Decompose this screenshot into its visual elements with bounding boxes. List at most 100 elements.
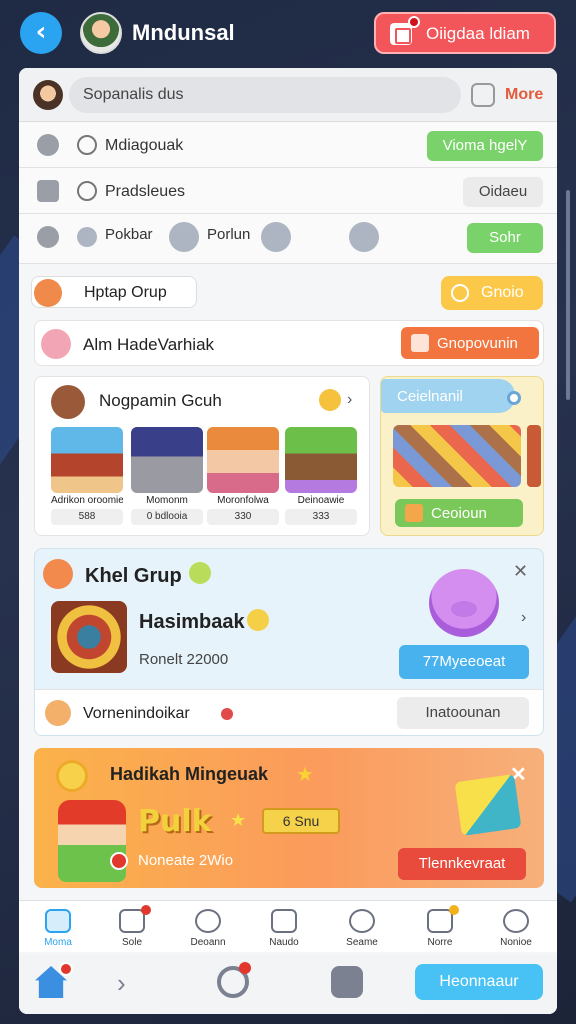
- notification-dot: [141, 905, 151, 915]
- tab-seame[interactable]: Seame: [327, 905, 397, 951]
- tab-home[interactable]: Moma: [23, 905, 93, 951]
- top-action-label: Oiigdaa ldiam: [426, 24, 530, 43]
- camera-icon[interactable]: [169, 222, 199, 252]
- chevron-right-icon[interactable]: ›: [521, 609, 526, 627]
- bottom-bar: › Heonnaaur: [19, 954, 557, 1014]
- clock-icon: [451, 284, 469, 302]
- group-avatar: [43, 559, 73, 589]
- close-icon[interactable]: ✕: [513, 561, 528, 582]
- games-avatar: [51, 385, 85, 419]
- game-tile[interactable]: Deinoawie 333: [285, 427, 357, 527]
- game-thumbnail: [207, 427, 279, 493]
- heart-icon: [195, 909, 221, 933]
- promo-tag[interactable]: 6 Snu: [262, 808, 340, 834]
- coin-icon: [56, 760, 88, 792]
- row-action-button[interactable]: Sohr: [467, 223, 543, 253]
- tab-label: Deoann: [190, 937, 226, 948]
- user-avatar[interactable]: [33, 80, 63, 110]
- games-title: Nogpamin Gcuh: [99, 391, 222, 410]
- user-icon: [37, 134, 59, 156]
- featured-artwork: [393, 425, 521, 487]
- bottom-action-button[interactable]: Heonnaaur: [415, 964, 543, 1000]
- row-label: Pradsleues: [105, 183, 186, 200]
- row-action-button[interactable]: Oidaeu: [463, 177, 543, 207]
- star-icon: ★: [230, 810, 247, 830]
- invite-avatar: [41, 329, 71, 359]
- featured-side-art: [527, 425, 541, 487]
- chevron-right-icon[interactable]: ›: [347, 391, 352, 409]
- arrow-icon[interactable]: [349, 222, 379, 252]
- emoji-icon: [247, 609, 269, 631]
- section-button-label: Gnoio: [481, 284, 524, 301]
- back-button[interactable]: ‹: [20, 12, 62, 54]
- star-icon: ★: [296, 764, 314, 786]
- emoji-icon: [189, 562, 211, 584]
- invite-button-label: Gnopovunin: [437, 335, 518, 352]
- group-action-button[interactable]: 77Myeeoeat: [399, 645, 529, 679]
- list-row-1[interactable]: Mdiagouak Vioma hgelY: [19, 122, 557, 168]
- footer-text: Vornenindoikar: [83, 705, 190, 722]
- invite-button[interactable]: Gnopovunin: [401, 327, 539, 359]
- tab-label: Sole: [121, 937, 142, 948]
- section-header: Hptap Orup: [31, 276, 197, 308]
- tab-label: Norre: [427, 937, 453, 948]
- scrollbar[interactable]: [566, 190, 570, 400]
- chevron-right-icon[interactable]: ›: [117, 968, 126, 999]
- user-icon[interactable]: [331, 966, 363, 998]
- search-placeholder: Sopanalis dus: [83, 86, 184, 103]
- game-score: 588: [51, 509, 123, 525]
- promo-button[interactable]: Tlennkevraat: [398, 848, 526, 880]
- chevron-icon[interactable]: [261, 222, 291, 252]
- game-tile[interactable]: Momonm 0 bdlooia: [131, 427, 203, 527]
- gift-icon: [411, 334, 429, 352]
- search-input[interactable]: Sopanalis dus: [69, 77, 461, 113]
- top-action-button[interactable]: Oiigdaa ldiam: [374, 12, 556, 54]
- save-icon: [390, 23, 412, 45]
- group-footer: Vornenindoikar Inatoounan: [35, 689, 543, 735]
- chip-porlun[interactable]: Porlun: [207, 226, 250, 248]
- app-title: Mndunsal: [132, 20, 235, 45]
- chip-pokbar[interactable]: Pokbar: [105, 226, 153, 248]
- notification-dot: [408, 16, 420, 28]
- compass-icon: [37, 226, 59, 248]
- more-link[interactable]: More: [505, 86, 543, 104]
- group-game-thumbnail[interactable]: [51, 601, 127, 673]
- footer-button[interactable]: Inatoounan: [397, 697, 529, 729]
- mascot-icon: [429, 569, 499, 637]
- featured-card[interactable]: Ceielnanil Ceoioun: [380, 376, 544, 536]
- game-tile[interactable]: Adrikon oroomie 588: [51, 427, 123, 527]
- tab-naudo[interactable]: Naudo: [249, 905, 319, 951]
- invite-card: Alm HadeVarhiak Gnopovunin: [34, 320, 544, 366]
- top-bar: ‹ Mndunsal Oiigdaa ldiam: [0, 0, 576, 66]
- tab-label: Seame: [346, 937, 378, 948]
- toggle-icon[interactable]: [507, 391, 521, 405]
- section-button[interactable]: Gnoio: [441, 276, 543, 310]
- row-action-button[interactable]: Vioma hgelY: [427, 131, 543, 161]
- game-thumbnail: [285, 427, 357, 493]
- chat-icon: [349, 909, 375, 933]
- filter-icon[interactable]: [471, 83, 495, 107]
- list-row-2[interactable]: Pradsleues Oidaeu: [19, 168, 557, 214]
- tab-label: Moma: [44, 937, 72, 948]
- game-thumbnail: [131, 427, 203, 493]
- invite-text: Alm HadeVarhiak: [83, 335, 215, 354]
- group-game-title: Hasimbaak: [139, 611, 245, 633]
- profile-icon: [503, 909, 529, 933]
- game-tile[interactable]: Moronfolwa 330: [207, 427, 279, 527]
- promo-title: Hadikah Mingeuak: [110, 764, 269, 784]
- status-icon: [77, 135, 97, 155]
- game-score: 333: [285, 509, 357, 525]
- group-title: Khel Grup: [85, 565, 182, 587]
- tab-norre[interactable]: Norre: [405, 905, 475, 951]
- profile-avatar[interactable]: [80, 12, 122, 54]
- gift-box-icon: [454, 774, 522, 836]
- featured-button[interactable]: Ceoioun: [395, 499, 523, 527]
- main-panel: Sopanalis dus More Mdiagouak Vioma hgelY…: [19, 68, 557, 1014]
- home-icon: [45, 909, 71, 933]
- tab-sole[interactable]: Sole: [97, 905, 167, 951]
- tab-nonioe[interactable]: Nonioe: [481, 905, 551, 951]
- game-name: Momonm: [146, 495, 188, 506]
- game-icon: [271, 909, 297, 933]
- promo-meta: Noneate 2Wio: [138, 852, 234, 869]
- tab-deoann[interactable]: Deoann: [173, 905, 243, 951]
